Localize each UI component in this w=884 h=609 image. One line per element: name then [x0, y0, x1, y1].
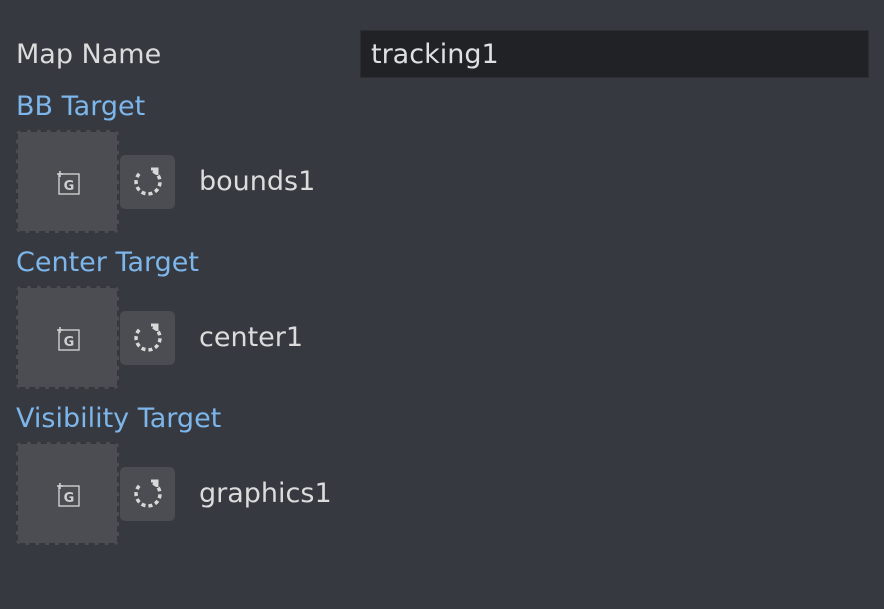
- add-graphic-icon: G: [56, 326, 80, 351]
- map-name-input[interactable]: tracking1: [360, 30, 869, 78]
- add-graphic-icon: G: [56, 170, 80, 195]
- visibility-target-drop-zone[interactable]: G: [16, 442, 119, 545]
- svg-text:G: G: [63, 179, 74, 194]
- center-target-reset-button[interactable]: [120, 311, 175, 365]
- center-target-value: center1: [199, 322, 304, 353]
- center-target-field: G center1: [16, 286, 876, 390]
- visibility-target-title: Visibility Target: [16, 403, 222, 434]
- map-name-value: tracking1: [371, 38, 499, 70]
- bb-target-field: G bounds1: [16, 130, 876, 234]
- reset-icon: [133, 167, 162, 196]
- svg-text:G: G: [63, 491, 74, 506]
- visibility-target-reset-button[interactable]: [120, 467, 175, 521]
- visibility-target-field: G graphics1: [16, 442, 876, 546]
- bb-target-value: bounds1: [199, 166, 316, 197]
- map-name-label: Map Name: [16, 39, 162, 70]
- svg-text:G: G: [63, 335, 74, 350]
- bb-target-title: BB Target: [16, 91, 146, 122]
- visibility-target-value: graphics1: [199, 478, 332, 509]
- reset-icon: [133, 479, 162, 508]
- bb-target-reset-button[interactable]: [120, 155, 175, 209]
- bb-target-drop-zone[interactable]: G: [16, 130, 119, 233]
- add-graphic-icon: G: [56, 482, 80, 507]
- reset-icon: [133, 323, 162, 352]
- center-target-drop-zone[interactable]: G: [16, 286, 119, 389]
- center-target-title: Center Target: [16, 247, 199, 278]
